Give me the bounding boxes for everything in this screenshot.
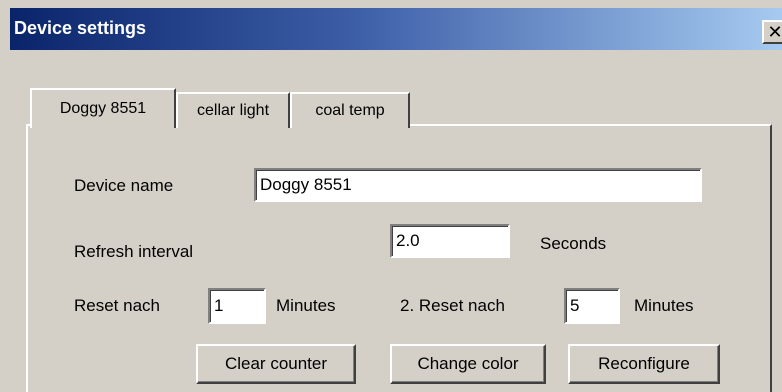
second-reset-nach-input[interactable] bbox=[564, 288, 620, 324]
refresh-unit-label: Seconds bbox=[540, 234, 607, 253]
clear-counter-label: Clear counter bbox=[224, 354, 328, 373]
second-reset-nach-unit-label: Minutes bbox=[634, 296, 694, 315]
change-color-label: Change color bbox=[417, 354, 519, 373]
tab-coal-temp[interactable]: coal temp bbox=[290, 92, 410, 128]
refresh-interval-input[interactable] bbox=[390, 224, 510, 258]
tab-cellar-light[interactable]: cellar light bbox=[176, 92, 290, 128]
tab-label: cellar light bbox=[196, 102, 270, 119]
tab-doggy-8551[interactable]: Doggy 8551 bbox=[30, 88, 176, 128]
close-button[interactable]: ✕ bbox=[762, 20, 782, 44]
reset-nach-unit-label: Minutes bbox=[276, 296, 336, 315]
window-title: Device settings bbox=[14, 18, 147, 38]
reset-nach-label: Reset nach bbox=[74, 296, 160, 315]
tab-label: Doggy 8551 bbox=[59, 100, 147, 117]
refresh-interval-label: Refresh interval bbox=[74, 242, 194, 261]
title-bar[interactable]: Device settings ✕ bbox=[10, 8, 782, 50]
tab-label: coal temp bbox=[315, 102, 385, 119]
device-name-input[interactable] bbox=[254, 168, 702, 202]
device-name-label: Device name bbox=[74, 176, 174, 195]
reconfigure-label: Reconfigure bbox=[598, 354, 690, 373]
change-color-button[interactable]: Change color bbox=[390, 344, 546, 384]
device-settings-dialog: Device settings ✕ Doggy 8551 cellar ligh… bbox=[0, 0, 782, 392]
reconfigure-button[interactable]: Reconfigure bbox=[568, 344, 720, 384]
second-reset-nach-label: 2. Reset nach bbox=[400, 296, 505, 315]
clear-counter-button[interactable]: Clear counter bbox=[196, 344, 356, 384]
close-icon: ✕ bbox=[767, 22, 782, 42]
reset-nach-input[interactable] bbox=[208, 288, 266, 324]
